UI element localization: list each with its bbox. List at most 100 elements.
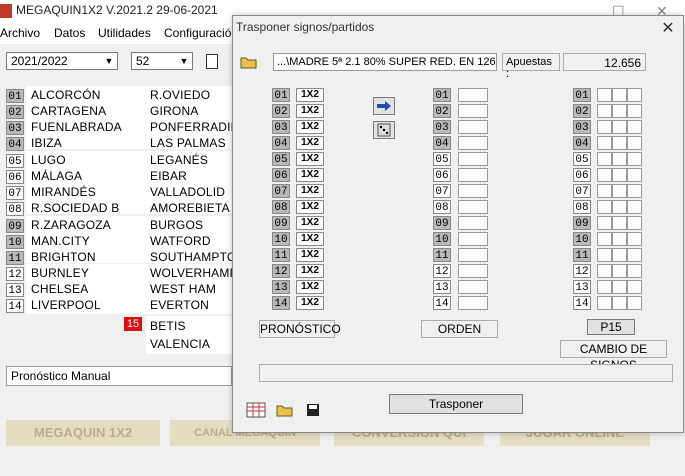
cambio-cell[interactable] xyxy=(597,296,612,310)
sign-cell[interactable]: 1X2 xyxy=(296,232,324,246)
away-team[interactable]: BURGOS xyxy=(150,217,232,233)
save-icon[interactable] xyxy=(306,403,320,420)
sign-cell[interactable]: 1X2 xyxy=(296,264,324,278)
orden-cell[interactable] xyxy=(458,184,488,198)
cambio-cell[interactable] xyxy=(612,280,627,294)
away-team[interactable]: LEGANÉS xyxy=(150,152,232,168)
sign-cell[interactable]: 1X2 xyxy=(296,88,324,102)
open-folder-icon[interactable] xyxy=(276,403,294,420)
cambio-cell[interactable] xyxy=(597,104,612,118)
home-team[interactable]: LIVERPOOL xyxy=(31,297,101,313)
sign-cell[interactable]: 1X2 xyxy=(296,216,324,230)
chevron-down-icon[interactable]: ▼ xyxy=(103,54,115,68)
cambio-cell[interactable] xyxy=(627,248,642,262)
away-team[interactable]: VALLADOLID xyxy=(150,184,232,200)
p15-button[interactable]: P15 xyxy=(587,319,635,335)
cambio-cell[interactable] xyxy=(612,216,627,230)
sign-cell[interactable]: 1X2 xyxy=(296,296,324,310)
cambio-cell[interactable] xyxy=(627,168,642,182)
cambio-cell[interactable] xyxy=(612,104,627,118)
sign-cell[interactable]: 1X2 xyxy=(296,280,324,294)
home-team[interactable]: FUENLABRADA xyxy=(31,119,122,135)
dice-icon[interactable] xyxy=(373,121,395,139)
orden-cell[interactable] xyxy=(458,152,488,166)
cambio-cell[interactable] xyxy=(597,88,612,102)
cambio-cell[interactable] xyxy=(612,296,627,310)
orden-cell[interactable] xyxy=(458,232,488,246)
cambio-cell[interactable] xyxy=(627,136,642,150)
cambio-cell[interactable] xyxy=(627,152,642,166)
cambio-cell[interactable] xyxy=(612,264,627,278)
cambio-cell[interactable] xyxy=(612,232,627,246)
menu-configuracion[interactable]: Configuració xyxy=(164,26,231,40)
chevron-down-icon[interactable]: ▼ xyxy=(178,54,190,68)
pronostico-field[interactable]: Pronóstico Manual xyxy=(6,366,232,386)
sign-cell[interactable]: 1X2 xyxy=(296,200,324,214)
cambio-cell[interactable] xyxy=(612,136,627,150)
cambio-cell[interactable] xyxy=(597,168,612,182)
cambio-cell[interactable] xyxy=(612,88,627,102)
open-folder-icon[interactable] xyxy=(240,55,258,72)
cambio-cell[interactable] xyxy=(627,232,642,246)
sign-cell[interactable]: 1X2 xyxy=(296,184,324,198)
tab-megaquin[interactable]: MEGAQUIN 1X2 xyxy=(6,420,160,446)
orden-cell[interactable] xyxy=(458,168,488,182)
cambio-cell[interactable] xyxy=(627,264,642,278)
home-team[interactable]: CARTAGENA xyxy=(31,103,106,119)
season-select[interactable]: 2021/2022 ▼ xyxy=(6,52,118,70)
menu-archivo[interactable]: Archivo xyxy=(0,26,40,40)
cambio-cell[interactable] xyxy=(627,296,642,310)
home-team[interactable]: MIRANDÉS xyxy=(31,184,96,200)
cambio-cell[interactable] xyxy=(597,280,612,294)
home-team[interactable]: CHELSEA xyxy=(31,281,88,297)
cambio-cell[interactable] xyxy=(597,200,612,214)
orden-cell[interactable] xyxy=(458,120,488,134)
cambio-cell[interactable] xyxy=(627,104,642,118)
home-team[interactable]: MÁLAGA xyxy=(31,168,82,184)
orden-cell[interactable] xyxy=(458,136,488,150)
cambio-cell[interactable] xyxy=(612,168,627,182)
cambio-cell[interactable] xyxy=(627,200,642,214)
sign-cell[interactable]: 1X2 xyxy=(296,104,324,118)
cambio-cell[interactable] xyxy=(612,152,627,166)
cambio-cell[interactable] xyxy=(627,216,642,230)
orden-cell[interactable] xyxy=(458,104,488,118)
away-team[interactable]: PONFERRADIN xyxy=(150,119,232,135)
cambio-cell[interactable] xyxy=(597,248,612,262)
cambio-cell[interactable] xyxy=(597,264,612,278)
orden-cell[interactable] xyxy=(458,88,488,102)
cambio-cell[interactable] xyxy=(627,184,642,198)
cambio-cell[interactable] xyxy=(627,120,642,134)
home-team[interactable]: BURNLEY xyxy=(31,265,89,281)
jornada-select[interactable]: 52 ▼ xyxy=(131,52,193,70)
cambio-cell[interactable] xyxy=(612,200,627,214)
sign-cell[interactable]: 1X2 xyxy=(296,168,324,182)
away-team[interactable]: GIRONA xyxy=(150,103,232,119)
cambio-cell[interactable] xyxy=(597,152,612,166)
home-team[interactable]: BRIGHTON xyxy=(31,249,96,265)
close-icon[interactable]: ✕ xyxy=(660,18,676,38)
grid-list-icon[interactable] xyxy=(246,402,266,421)
sign-cell[interactable]: 1X2 xyxy=(296,248,324,262)
menu-utilidades[interactable]: Utilidades xyxy=(98,26,151,40)
home-team[interactable]: IBIZA xyxy=(31,135,62,151)
away-team[interactable]: EIBAR xyxy=(150,168,232,184)
orden-cell[interactable] xyxy=(458,280,488,294)
cambio-cell[interactable] xyxy=(612,120,627,134)
cambio-cell[interactable] xyxy=(597,136,612,150)
away-team[interactable]: WATFORD xyxy=(150,233,232,249)
orden-cell[interactable] xyxy=(458,264,488,278)
cambio-cell[interactable] xyxy=(597,216,612,230)
away-team[interactable]: AMOREBIETA xyxy=(150,200,232,216)
away-team[interactable]: R.OVIEDO xyxy=(150,87,232,103)
trasponer-button[interactable]: Trasponer xyxy=(389,394,523,414)
cambio-cell[interactable] xyxy=(627,88,642,102)
cambio-cell[interactable] xyxy=(597,184,612,198)
orden-cell[interactable] xyxy=(458,296,488,310)
sign-cell[interactable]: 1X2 xyxy=(296,120,324,134)
menu-datos[interactable]: Datos xyxy=(54,26,85,40)
move-right-button[interactable] xyxy=(373,97,395,115)
away-team[interactable]: EVERTON xyxy=(150,297,232,313)
new-document-icon[interactable] xyxy=(206,54,218,69)
cambio-cell[interactable] xyxy=(627,280,642,294)
